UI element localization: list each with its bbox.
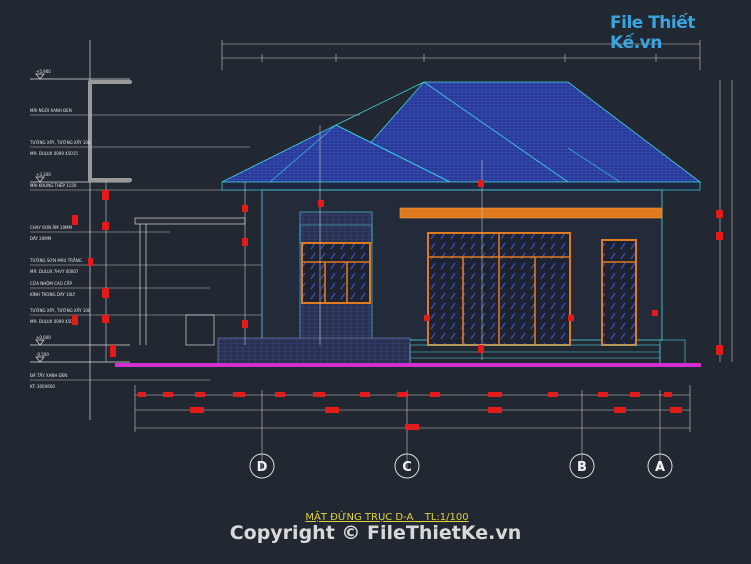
bottom-marks — [138, 392, 682, 430]
window-left — [301, 242, 371, 304]
annotation-8: MÃ: DULUX 7HVY 00007 — [30, 269, 79, 274]
axis-label-c: C — [402, 460, 412, 475]
window-right — [601, 239, 637, 346]
annotation-3: MÃ: DULUX 0099 45015 — [30, 151, 78, 156]
level-mid: +3.300 — [36, 172, 51, 177]
elevation-drawing: +5.900 +3.300 ±0.000 -0.500 MÁI NGÓI XAN… — [29, 40, 733, 523]
roof — [221, 81, 702, 191]
annotation-14: KT: 300X600 — [30, 384, 55, 389]
ground-line — [115, 363, 701, 367]
annotation-13: ĐÁ TẦY XANH ĐEN — [30, 373, 67, 378]
main-door — [427, 232, 571, 346]
annotation-2: TƯỜNG XÂY, TƯỜNG XÂY 100 — [29, 140, 91, 145]
axis-bubbles — [249, 453, 673, 479]
pergola — [134, 217, 246, 346]
annotation-4: MÁI KHUNG THÉP 1150 — [30, 183, 77, 188]
annotation-11: TƯỜNG XÂY, TƯỜNG XÂY 100 — [29, 308, 91, 313]
level-bars — [88, 80, 132, 182]
logo-suffix: .vn — [633, 33, 663, 53]
axis-label-b: B — [577, 460, 587, 475]
level-ground: -0.500 — [36, 352, 49, 357]
annotation-1: MÁI NGÓI XANH ĐEN — [30, 108, 72, 113]
annotation-9: CỬA NHÔM CAO CẤP — [30, 281, 73, 286]
copyright-watermark: Copyright © FileThietKe.vn — [229, 522, 522, 544]
annotation-7: TƯỜNG SƠN MÀU TRẮNG — [29, 258, 82, 263]
annotation-6: DÀY 20MM — [30, 236, 52, 241]
axis-label-a: A — [655, 460, 665, 475]
site-logo[interactable]: File Thiết Kế.vn — [610, 13, 751, 53]
axis-label-d: D — [257, 460, 268, 475]
annotation-5: CHẠY RON ÂM 10MM — [30, 225, 72, 230]
annotation-10: KÍNH TRONG DÀY 10LY — [30, 292, 76, 297]
level-top: +5.900 — [36, 69, 51, 74]
level-base: ±0.000 — [36, 335, 51, 340]
annotation-12: MÃ: DULUX 0099 45015 — [30, 319, 78, 324]
